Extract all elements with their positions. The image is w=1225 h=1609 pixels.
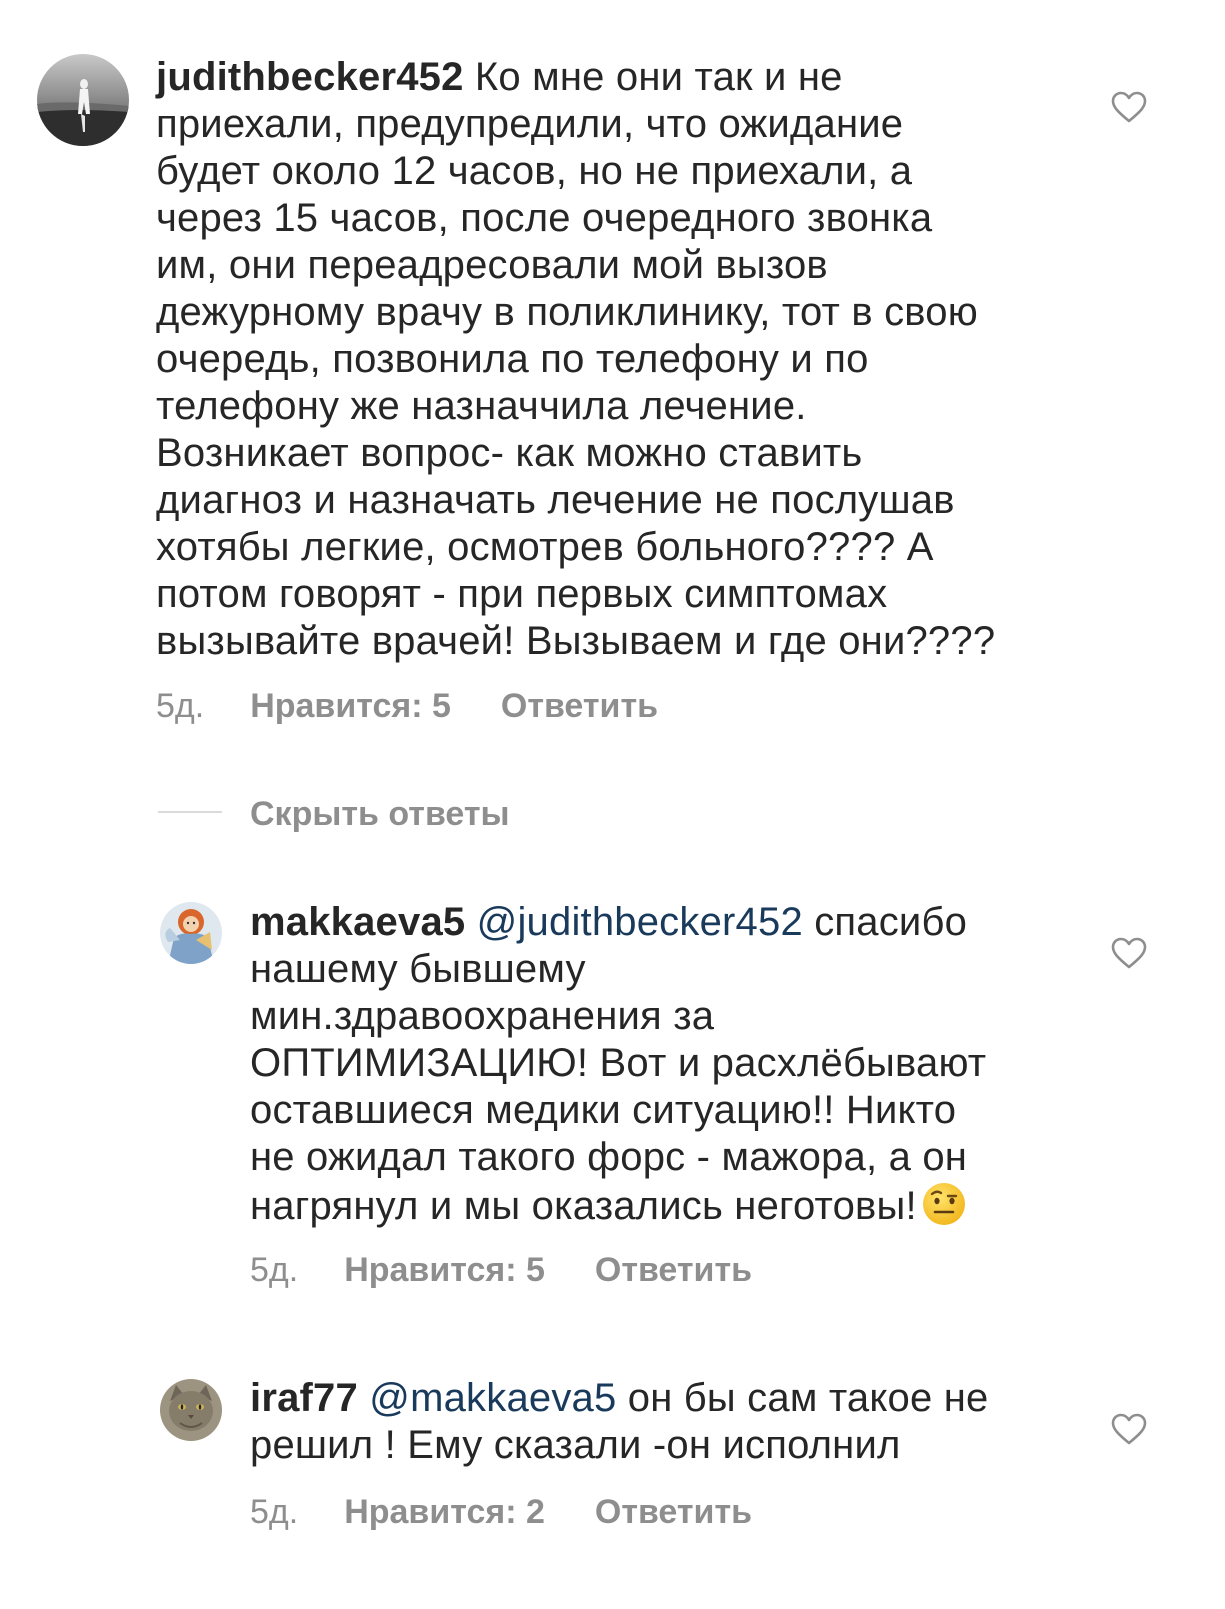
likes-count[interactable]: Нравится: 5 — [250, 687, 451, 725]
comment-text: judithbecker452 Ко мне они так и не прие… — [156, 54, 1086, 665]
username[interactable]: judithbecker452 — [156, 55, 464, 99]
divider — [158, 811, 222, 813]
woman-on-beach-avatar-icon — [37, 54, 129, 146]
comment-body: спасибо нашему бывшему мин.здравоохранен… — [250, 900, 987, 1228]
mention-link[interactable]: @makkaeva5 — [358, 1376, 616, 1420]
comment-meta: 5д. Нравится: 5 Ответить — [156, 687, 658, 726]
avatar[interactable] — [160, 1379, 222, 1441]
timestamp: 5д. — [250, 1493, 299, 1531]
timestamp: 5д. — [250, 1251, 299, 1289]
reply-button[interactable]: Ответить — [595, 1493, 752, 1531]
cat-avatar-icon — [160, 1379, 222, 1441]
reply-button[interactable]: Ответить — [501, 687, 658, 725]
username[interactable]: makkaeva5 — [250, 900, 465, 944]
likes-count[interactable]: Нравится: 2 — [344, 1493, 545, 1531]
likes-count[interactable]: Нравится: 5 — [344, 1251, 545, 1289]
heart-icon[interactable] — [1111, 1413, 1147, 1445]
comment-text: makkaeva5 @judithbecker452 спасибо нашем… — [250, 899, 1090, 1230]
comment-body: Ко мне они так и не приехали, предупреди… — [156, 55, 996, 663]
mention-link[interactable]: @judithbecker452 — [465, 900, 803, 944]
avatar[interactable] — [37, 54, 129, 146]
timestamp: 5д. — [156, 687, 205, 725]
avatar[interactable] — [160, 902, 222, 964]
heart-icon[interactable] — [1111, 91, 1147, 123]
angel-illustration-avatar-icon — [160, 902, 222, 964]
raised-eyebrow-emoji-icon — [922, 1183, 965, 1225]
comment-meta: 5д. Нравится: 5 Ответить — [250, 1251, 752, 1290]
reply-button[interactable]: Ответить — [595, 1251, 752, 1289]
comment-text: iraf77 @makkaeva5 он бы сам такое не реш… — [250, 1375, 1090, 1469]
username[interactable]: iraf77 — [250, 1376, 358, 1420]
hide-replies-label[interactable]: Скрыть ответы — [250, 795, 510, 834]
comment-meta: 5д. Нравится: 2 Ответить — [250, 1493, 752, 1532]
heart-icon[interactable] — [1111, 937, 1147, 969]
